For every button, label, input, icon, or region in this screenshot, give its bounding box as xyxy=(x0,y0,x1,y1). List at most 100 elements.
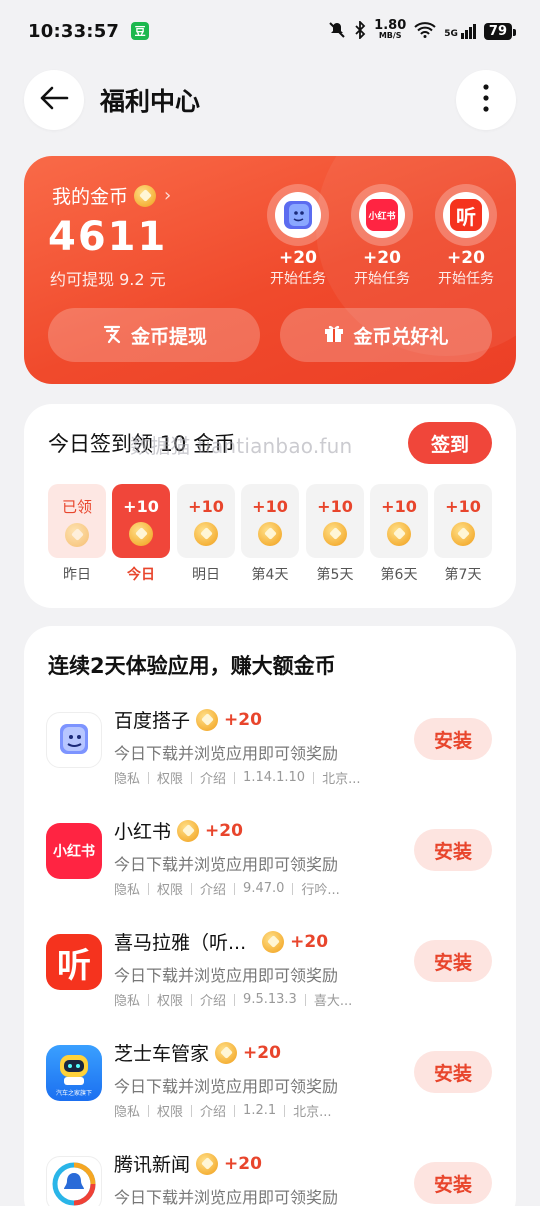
more-options-button[interactable] xyxy=(456,70,516,130)
app-description: 今日下载并浏览应用即可领奖励 xyxy=(114,1188,339,1206)
my-coins-link[interactable]: 我的金币 › xyxy=(52,182,171,209)
coin-icon xyxy=(258,521,282,546)
yuan-exchange-icon xyxy=(101,322,123,349)
list-item: 小红书 小红书 +20 今日下载并浏览应用即可领奖励 隐私 权限 介绍 9.47… xyxy=(24,817,516,917)
ximalaya-icon: 听 xyxy=(443,192,489,238)
coin-icon xyxy=(129,521,153,546)
permission-link[interactable]: 权限 xyxy=(157,879,183,898)
coin-icon xyxy=(262,930,285,953)
task-caption: 开始任务 xyxy=(354,271,410,287)
coin-balance-card: 我的金币 › 4611 约可提现 9.2 元 +20 开始任务 小红书 +20 … xyxy=(24,156,516,384)
app-description: 今日下载并浏览应用即可领奖励 xyxy=(114,966,339,985)
arrow-left-icon xyxy=(39,86,69,114)
coin-icon xyxy=(196,708,219,731)
withdraw-label: 金币提现 xyxy=(130,325,207,348)
task-baidu-dazi[interactable]: +20 开始任务 xyxy=(258,184,338,288)
coin-icon xyxy=(134,184,157,207)
coin-icon xyxy=(215,1041,238,1064)
intro-link[interactable]: 介绍 xyxy=(200,1101,226,1120)
app-version: 9.47.0 xyxy=(243,881,285,896)
install-button[interactable]: 安装 xyxy=(414,1051,492,1093)
page-title: 福利中心 xyxy=(100,87,201,116)
xiaohongshu-icon: 小红书 xyxy=(359,192,405,238)
wifi-icon xyxy=(414,21,436,41)
task-ximalaya[interactable]: 听 +20 开始任务 xyxy=(426,184,506,288)
gift-label: 金币兑好礼 xyxy=(353,325,449,348)
signin-day-today[interactable]: +10 今日 xyxy=(112,484,170,584)
coin-icon xyxy=(194,521,218,546)
baidu-dazi-icon xyxy=(275,192,321,238)
app-developer: 北京... xyxy=(322,772,361,787)
status-bar: 10:33:57 豆 1.80 MB/S 5G 79 xyxy=(0,0,540,62)
coin-amount: 4611 xyxy=(48,214,168,260)
install-button[interactable]: 安装 xyxy=(414,1162,492,1204)
app-version: 1.14.1.10 xyxy=(243,770,306,785)
install-button[interactable]: 安装 xyxy=(414,940,492,982)
app-version: 9.5.13.3 xyxy=(243,992,297,1007)
permission-link[interactable]: 权限 xyxy=(157,990,183,1009)
baidu-dazi-icon[interactable] xyxy=(46,712,102,768)
tencent-news-icon[interactable] xyxy=(46,1156,102,1206)
app-reward: +20 xyxy=(224,1153,262,1174)
app-reward: +20 xyxy=(205,820,243,841)
xiaohongshu-icon[interactable]: 小红书 xyxy=(46,823,102,879)
intro-link[interactable]: 介绍 xyxy=(200,768,226,787)
intro-link[interactable]: 介绍 xyxy=(200,879,226,898)
app-name: 喜马拉雅（听... xyxy=(114,932,247,954)
app-developer: 喜大... xyxy=(313,994,353,1009)
coin-withdraw-button[interactable]: 金币提现 xyxy=(48,308,260,362)
app-meta: 隐私 权限 介绍 1.14.1.10 北京... xyxy=(114,768,360,787)
app-version: 1.2.1 xyxy=(243,1103,277,1118)
coin-icon xyxy=(323,521,347,546)
status-icons: 1.80 MB/S 5G 79 xyxy=(328,18,517,42)
list-item: 百度搭子 +20 今日下载并浏览应用即可领奖励 隐私 权限 介绍 1.14.1.… xyxy=(24,706,516,806)
coin-icon xyxy=(196,1152,219,1175)
status-time: 10:33:57 xyxy=(28,20,120,42)
app-name: 百度搭子 xyxy=(114,710,191,732)
install-button[interactable]: 安装 xyxy=(414,829,492,871)
chevron-right-icon: › xyxy=(164,185,172,206)
withdraw-estimate: 约可提现 9.2 元 xyxy=(50,270,166,289)
task-reward: +20 xyxy=(447,248,485,268)
app-description: 今日下载并浏览应用即可领奖励 xyxy=(114,1077,339,1096)
app-reward: +20 xyxy=(290,931,329,952)
coin-icon xyxy=(387,521,411,546)
mute-icon xyxy=(328,21,346,42)
app-reward: +20 xyxy=(243,1042,281,1063)
app-developer: 行吟... xyxy=(301,883,340,898)
app-meta: 隐私 权限 介绍 1.2.1 北京... xyxy=(114,1101,332,1120)
task-xiaohongshu[interactable]: 小红书 +20 开始任务 xyxy=(342,184,422,288)
app-name: 腾讯新闻 xyxy=(114,1154,191,1176)
app-reward: +20 xyxy=(224,709,262,730)
app-developer: 北京... xyxy=(293,1105,332,1120)
cellular-signal-icon: 5G xyxy=(444,23,476,39)
gift-icon xyxy=(323,322,345,349)
app-tasks-card: 连续2天体验应用，赚大额金币 百度搭子 +20 今日下载并浏览应用即可领奖励 隐… xyxy=(24,626,516,1206)
privacy-link[interactable]: 隐私 xyxy=(114,879,140,898)
app-meta: 隐私 权限 介绍 9.5.13.3 喜大... xyxy=(114,990,352,1009)
signin-day: +10 第4天 xyxy=(241,484,299,584)
coin-icon xyxy=(451,521,475,546)
ximalaya-icon[interactable]: 听 xyxy=(46,934,102,990)
intro-link[interactable]: 介绍 xyxy=(200,990,226,1009)
network-speed: 1.80 MB/S xyxy=(374,18,407,40)
privacy-link[interactable]: 隐私 xyxy=(114,1101,140,1120)
task-reward: +20 xyxy=(363,248,401,268)
list-item: 汽车之家旗下 芝士车管家 +20 今日下载并浏览应用即可领奖励 隐私 权限 介绍… xyxy=(24,1039,516,1139)
privacy-link[interactable]: 隐私 xyxy=(114,768,140,787)
task-caption: 开始任务 xyxy=(438,271,494,287)
permission-link[interactable]: 权限 xyxy=(157,768,183,787)
daily-signin-card: 今日签到领 10 金币 数据猫 tiantianbao.fun 签到 已领 昨日… xyxy=(24,404,516,608)
list-item: 听 喜马拉雅（听... +20 今日下载并浏览应用即可领奖励 隐私 权限 介绍 … xyxy=(24,928,516,1028)
install-button[interactable]: 安装 xyxy=(414,718,492,760)
privacy-link[interactable]: 隐私 xyxy=(114,990,140,1009)
coin-gift-button[interactable]: 金币兑好礼 xyxy=(280,308,492,362)
signin-day: +10 第5天 xyxy=(306,484,364,584)
back-button[interactable] xyxy=(24,70,84,130)
page-header: 福利中心 xyxy=(0,70,540,130)
zhishi-car-icon[interactable]: 汽车之家旗下 xyxy=(46,1045,102,1101)
permission-link[interactable]: 权限 xyxy=(157,1101,183,1120)
task-reward: +20 xyxy=(279,248,317,268)
list-item: 腾讯新闻 +20 今日下载并浏览应用即可领奖励 安装 xyxy=(24,1150,516,1206)
signin-button[interactable]: 签到 xyxy=(408,422,492,464)
